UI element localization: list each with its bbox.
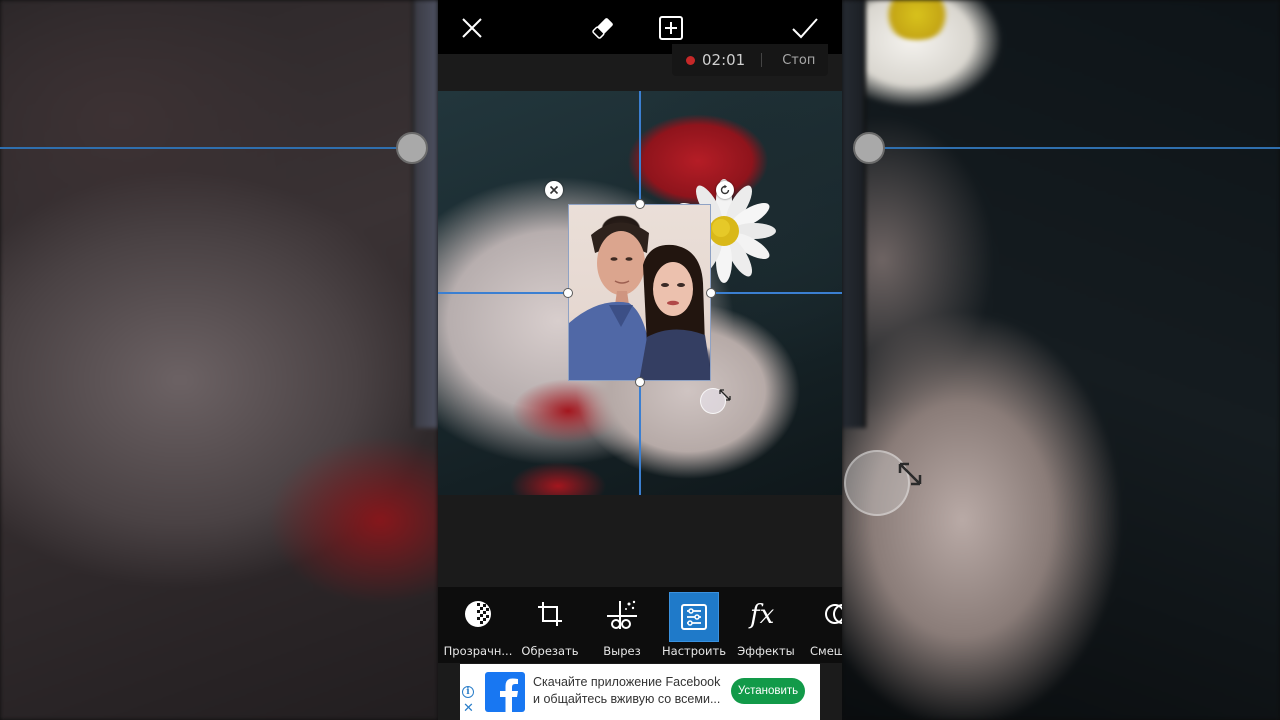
eraser-icon[interactable] [586,11,620,45]
install-button[interactable]: Установить [731,678,805,704]
screen: 02:01 Стоп Прозрачн... Обрезать Вырез На… [0,0,1280,720]
rotate-icon[interactable] [716,181,734,199]
backdrop-handle-right [853,132,885,164]
backdrop-flower [882,0,952,40]
ad-text-line-1: Скачайте приложение Facebook [533,675,721,689]
ad-info-icon[interactable]: i [462,686,474,698]
handle-left[interactable] [563,288,573,298]
stop-recording-button[interactable]: Стоп [782,53,815,68]
handle-top[interactable] [635,199,645,209]
screen-recorder-indicator: 02:01 Стоп [672,44,828,76]
blurred-backdrop-left [0,0,438,720]
tool-blend[interactable]: Смеш [806,587,842,663]
phone-screen: 02:01 Стоп Прозрачн... Обрезать Вырез На… [438,0,842,720]
tool-cutout[interactable]: Вырез [590,587,654,663]
couple-portrait-image [569,222,710,380]
adjust-icon [669,592,719,642]
close-icon[interactable] [455,11,489,45]
ad-text-line-2: и общайтесь вживую со всеми... [533,692,721,706]
ad-text: Скачайте приложение Facebook и общайтесь… [533,674,733,708]
ad-banner[interactable]: i ✕ Скачайте приложение Facebook и общай… [460,664,820,720]
facebook-logo-icon [485,672,525,712]
add-layer-icon[interactable] [654,11,688,45]
recorder-separator [761,53,763,67]
tool-effects[interactable]: fx Эффекты [734,587,798,663]
backdrop-frame-edge [412,0,438,428]
tool-label-crop: Обрезать [521,644,579,658]
resize-diagonal-icon[interactable] [716,386,734,404]
tool-opacity[interactable]: Прозрачн... [443,587,513,663]
tool-crop[interactable]: Обрезать [518,587,582,663]
svg-text:fx: fx [748,600,775,629]
recording-dot [686,55,695,65]
tool-label-effects: Эффекты [737,644,795,658]
handle-right[interactable] [706,288,716,298]
tool-label-opacity: Прозрачн... [443,644,513,658]
backdrop-handle-left [396,132,428,164]
backdrop-resize-icon [892,456,928,496]
close-circle-icon[interactable] [545,181,563,199]
checkmark-icon[interactable] [788,11,822,45]
backdrop-guide-line-left [0,147,412,149]
selected-photo-layer[interactable] [568,204,711,381]
ad-close-icon[interactable]: ✕ [463,702,474,716]
recording-time: 02:01 [702,51,746,69]
tool-adjust[interactable]: Настроить [662,587,727,663]
blurred-backdrop-right [842,0,1280,720]
handle-bottom[interactable] [635,377,645,387]
tool-bar: Прозрачн... Обрезать Вырез Настроить fx … [438,587,842,663]
tool-label-cutout: Вырез [603,644,641,658]
tool-label-blend: Смеш [810,644,842,658]
editing-canvas[interactable] [438,91,842,495]
tool-label-adjust: Настроить [662,644,727,658]
backdrop-frame-edge-right [842,0,866,428]
backdrop-guide-line-right [868,147,1280,149]
